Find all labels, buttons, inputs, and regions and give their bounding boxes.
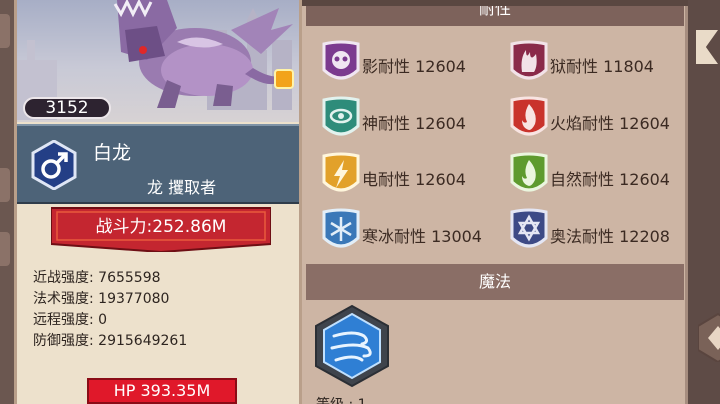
hexagram-icon bbox=[510, 208, 548, 248]
combat-power-banner: 战斗力:252.86M bbox=[50, 206, 272, 254]
left-edge-strip bbox=[0, 0, 14, 404]
shadow-resistance-label: 影耐性 12604 bbox=[362, 57, 466, 76]
character-card: 3152 白龙 龙 攫取者 战斗力:252.86M 近战强度: 7655598 … bbox=[14, 0, 302, 404]
nature-resistance-label: 自然耐性 12604 bbox=[550, 170, 670, 189]
character-name: 白龙 bbox=[93, 142, 132, 164]
lightning-icon bbox=[322, 152, 360, 192]
holy-resistance-label: 神耐性 12604 bbox=[362, 114, 466, 133]
menu-corner-icon[interactable] bbox=[698, 312, 720, 362]
arcane-resistance-label: 奥法耐性 12208 bbox=[550, 227, 670, 246]
lightning-resistance-label: 电耐性 12604 bbox=[362, 170, 466, 189]
top-tab-bar[interactable] bbox=[302, 0, 688, 6]
character-title: 龙 攫取者 bbox=[147, 178, 217, 197]
spell-stat: 法术强度: 19377080 bbox=[33, 291, 170, 307]
holy-eye-icon bbox=[322, 96, 360, 136]
left-tab-marker[interactable] bbox=[0, 232, 10, 266]
hell-claw-icon bbox=[510, 40, 548, 80]
nature-flame-icon bbox=[510, 152, 548, 192]
combat-power-value: 战斗力:252.86M bbox=[95, 217, 227, 237]
hell-resistance-label: 狱耐性 11804 bbox=[550, 57, 654, 76]
character-name-panel: 白龙 龙 攫取者 bbox=[17, 124, 299, 204]
ribbon-tab[interactable] bbox=[696, 30, 718, 64]
magic-header: 魔法 bbox=[306, 264, 684, 300]
level-badge: 3152 bbox=[23, 97, 111, 119]
defense-stat: 防御强度: 2915649261 bbox=[33, 333, 188, 349]
detail-panel: 耐性 影耐性 12604 狱耐性 11804 神耐性 12604 火焰耐性 12… bbox=[302, 0, 688, 404]
ranged-stat: 远程强度: 0 bbox=[33, 312, 108, 328]
melee-stat: 近战强度: 7655598 bbox=[33, 270, 161, 286]
male-gender-icon bbox=[31, 140, 77, 190]
hp-bar: HP 393.35M bbox=[87, 378, 237, 404]
left-tab-marker[interactable] bbox=[0, 14, 10, 48]
left-tab-marker[interactable] bbox=[0, 168, 10, 202]
fire-icon bbox=[510, 96, 548, 136]
ice-resistance-label: 寒冰耐性 13004 bbox=[362, 227, 482, 246]
dragon-portrait: 3152 bbox=[17, 0, 299, 122]
fire-resistance-label: 火焰耐性 12604 bbox=[550, 114, 670, 133]
magic-level-label: 等级 : 1 bbox=[316, 394, 367, 404]
wind-spell-icon[interactable] bbox=[314, 304, 390, 388]
stats-list: 近战强度: 7655598 法术强度: 19377080 远程强度: 0 防御强… bbox=[33, 268, 187, 352]
snowflake-icon bbox=[322, 208, 360, 248]
skull-shadow-icon bbox=[322, 40, 360, 80]
